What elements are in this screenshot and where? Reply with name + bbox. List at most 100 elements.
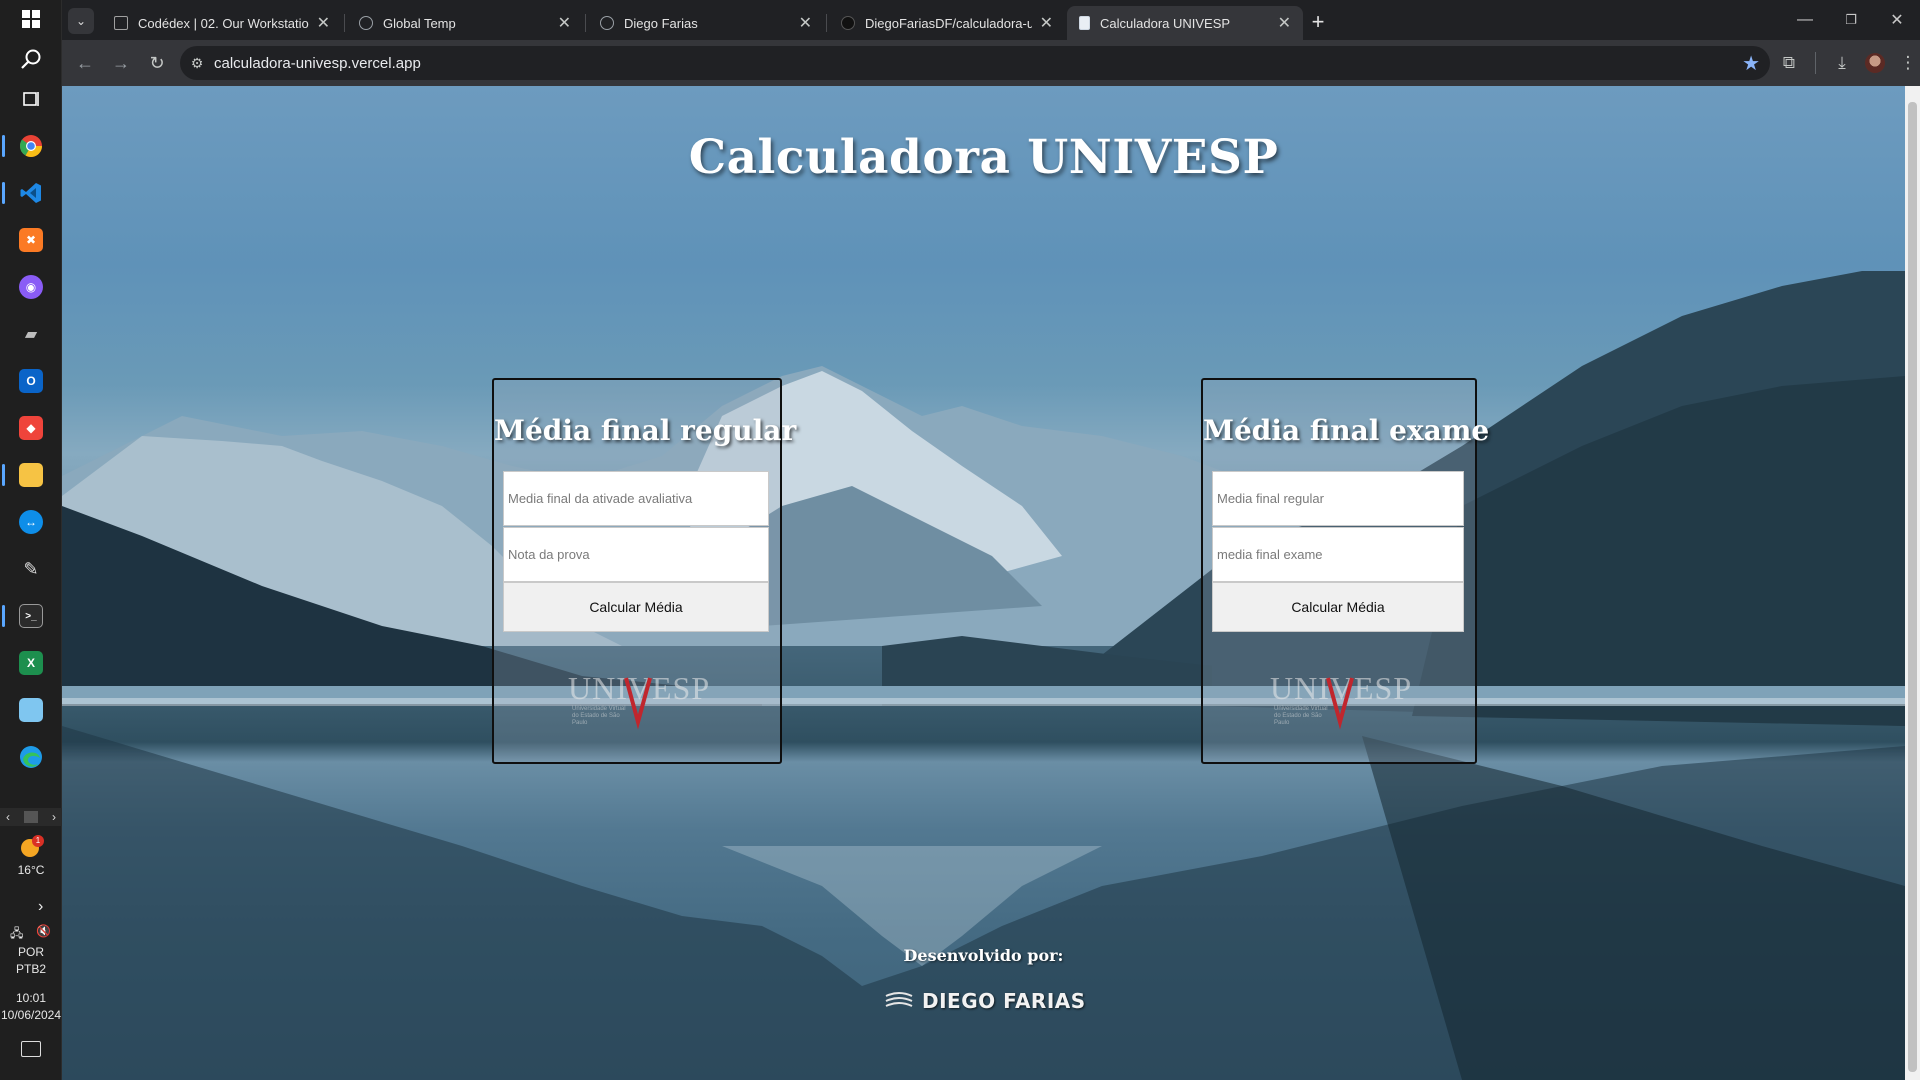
close-tab-icon[interactable]: ✕ (317, 13, 330, 33)
univesp-logo-subtitle: Universidade Virtual do Estado de São Pa… (1274, 706, 1328, 726)
media-final-exame-input[interactable] (1212, 527, 1464, 582)
restore-icon[interactable]: ❐ (1828, 0, 1874, 40)
file-explorer-icon (19, 463, 43, 487)
tab-title: Diego Farias (624, 15, 698, 31)
tab-separator (826, 14, 827, 32)
tab-title: Calculadora UNIVESP (1100, 15, 1231, 31)
close-tab-icon[interactable]: ✕ (558, 13, 571, 33)
calcular-media-button[interactable]: Calcular Média (503, 582, 769, 632)
weather-badge: 1 (32, 835, 44, 847)
tab-title: Codédex | 02. Our Workstation (138, 15, 309, 31)
atividade-avaliativa-input[interactable] (503, 471, 769, 526)
xampp-icon: ✖ (19, 228, 43, 252)
card-media-final-exame: Média final exame Calcular Média UNIVESP… (1201, 378, 1489, 764)
bookmark-star-icon[interactable]: ★ (1742, 51, 1760, 76)
site-settings-icon[interactable]: ⚙ (180, 55, 214, 72)
minimize-icon[interactable]: — (1782, 0, 1828, 40)
more-menu-icon[interactable]: ⋮ (1893, 48, 1920, 78)
inkscape-icon: ✎ (23, 558, 39, 579)
taskbar-scroll-thumb[interactable] (24, 811, 38, 823)
media-final-regular-input[interactable] (1212, 471, 1464, 526)
tab-calculadora-univesp[interactable]: Calculadora UNIVESP ✕ (1067, 6, 1303, 40)
chevron-up-icon[interactable]: › (38, 898, 43, 916)
file-explorer-taskbar-button[interactable] (2, 456, 54, 494)
clock-date: 10/06/2024 (0, 1008, 62, 1022)
clock[interactable]: 10:01 10/06/2024 (0, 990, 62, 1024)
windows-start-icon (22, 10, 40, 28)
edge-icon (20, 746, 42, 768)
vscode-icon (20, 183, 41, 203)
codedex-favicon-icon (114, 16, 128, 30)
weather-temperature: 16°C (17, 863, 45, 877)
tab-diego-farias[interactable]: Diego Farias ✕ (588, 6, 824, 40)
github-desktop-icon: ◉ (19, 275, 43, 299)
tab-separator (344, 14, 345, 32)
card-media-final-regular: Média final regular Calcular Média UNIVE… (492, 378, 796, 764)
clock-time: 10:01 (15, 991, 47, 1005)
vscode-taskbar-button[interactable] (2, 174, 54, 212)
page-viewport: Calculadora UNIVESP Média final regular … (62, 86, 1905, 1080)
extensions-icon[interactable]: ⧉ (1774, 48, 1804, 78)
developer-name: DIEGO FARIAS (922, 989, 1086, 1013)
excel-taskbar-button[interactable]: X (8, 644, 54, 682)
chrome-taskbar-button[interactable] (2, 127, 54, 165)
outlook-icon: O (19, 369, 43, 393)
tab-github-repo[interactable]: DiegoFariasDF/calculadora-univ ✕ (829, 6, 1065, 40)
xampp-taskbar-button[interactable]: ✖ (8, 221, 54, 259)
close-tab-icon[interactable]: ✕ (1040, 13, 1053, 33)
developed-by-label: Desenvolvido por: (903, 946, 1064, 965)
notepad-taskbar-button[interactable] (8, 691, 54, 729)
notepad-icon (19, 698, 43, 722)
developer-logo[interactable]: DIEGO FARIAS (884, 986, 1086, 1016)
tab-codedex[interactable]: Codédex | 02. Our Workstation ✕ (102, 6, 342, 40)
globe-icon (359, 16, 373, 30)
new-tab-button[interactable]: + (1304, 8, 1332, 36)
document-favicon-icon (1079, 16, 1090, 30)
nota-prova-input[interactable] (503, 527, 769, 582)
terminal-app-icon: ▰ (24, 326, 38, 343)
language-indicator[interactable]: POR PTB2 (0, 944, 62, 978)
browser-tab-bar: ⌄ Codédex | 02. Our Workstation ✕ Global… (62, 0, 1920, 40)
network-icon[interactable]: 🖧 (10, 924, 23, 945)
close-window-icon[interactable]: ✕ (1874, 0, 1920, 40)
profile-avatar[interactable] (1860, 48, 1890, 78)
anydesk-taskbar-button[interactable]: ◆ (8, 409, 54, 447)
forward-arrow-icon[interactable]: → (106, 48, 136, 78)
windows-start-button[interactable] (8, 0, 54, 38)
keyboard-layout: PTB2 (15, 962, 46, 976)
tab-separator (585, 14, 586, 32)
search-button[interactable] (8, 40, 54, 78)
taskbar-scroll-strip[interactable]: ‹ › (0, 808, 62, 826)
notification-center-icon[interactable] (21, 1041, 41, 1057)
task-view-button[interactable] (8, 80, 54, 118)
tab-global-temp[interactable]: Global Temp ✕ (347, 6, 583, 40)
browser-toolbar: ← → ↻ ⚙ calculadora-univesp.vercel.app ★… (62, 40, 1920, 86)
edge-taskbar-button[interactable] (8, 738, 54, 776)
teamviewer-taskbar-button[interactable]: ↔ (8, 503, 54, 541)
page-scrollbar[interactable] (1905, 86, 1920, 1080)
volume-muted-icon[interactable]: 🔇 (36, 924, 51, 938)
outlook-taskbar-button[interactable]: O (8, 362, 54, 400)
weather-widget[interactable]: 1 (19, 835, 44, 860)
github-desktop-taskbar-button[interactable]: ◉ (8, 268, 54, 306)
close-tab-icon[interactable]: ✕ (1278, 13, 1291, 33)
close-tab-icon[interactable]: ✕ (799, 13, 812, 33)
download-icon[interactable]: ⤓ (1827, 48, 1857, 78)
inkscape-taskbar-button[interactable]: ✎ (8, 550, 54, 588)
avatar-icon (1865, 53, 1885, 73)
reload-icon[interactable]: ↻ (142, 48, 172, 78)
tab-search-button[interactable]: ⌄ (68, 8, 94, 34)
scrollbar-thumb[interactable] (1908, 102, 1917, 1072)
univesp-logo-subtitle: Universidade Virtual do Estado de São Pa… (572, 706, 626, 726)
tab-title: DiegoFariasDF/calculadora-univ (865, 15, 1032, 31)
chevron-right-icon[interactable]: › (52, 810, 56, 824)
command-prompt-taskbar-button[interactable]: >_ (2, 597, 54, 635)
chevron-left-icon[interactable]: ‹ (6, 810, 10, 824)
url-text[interactable]: calculadora-univesp.vercel.app (214, 55, 421, 72)
tab-title: Global Temp (383, 15, 456, 31)
terminal-app-taskbar-button[interactable]: ▰ (8, 315, 54, 353)
chrome-icon (19, 135, 42, 157)
address-bar[interactable]: ⚙ calculadora-univesp.vercel.app ★ (180, 46, 1770, 80)
back-arrow-icon[interactable]: ← (70, 48, 100, 78)
calcular-media-button[interactable]: Calcular Média (1212, 582, 1464, 632)
